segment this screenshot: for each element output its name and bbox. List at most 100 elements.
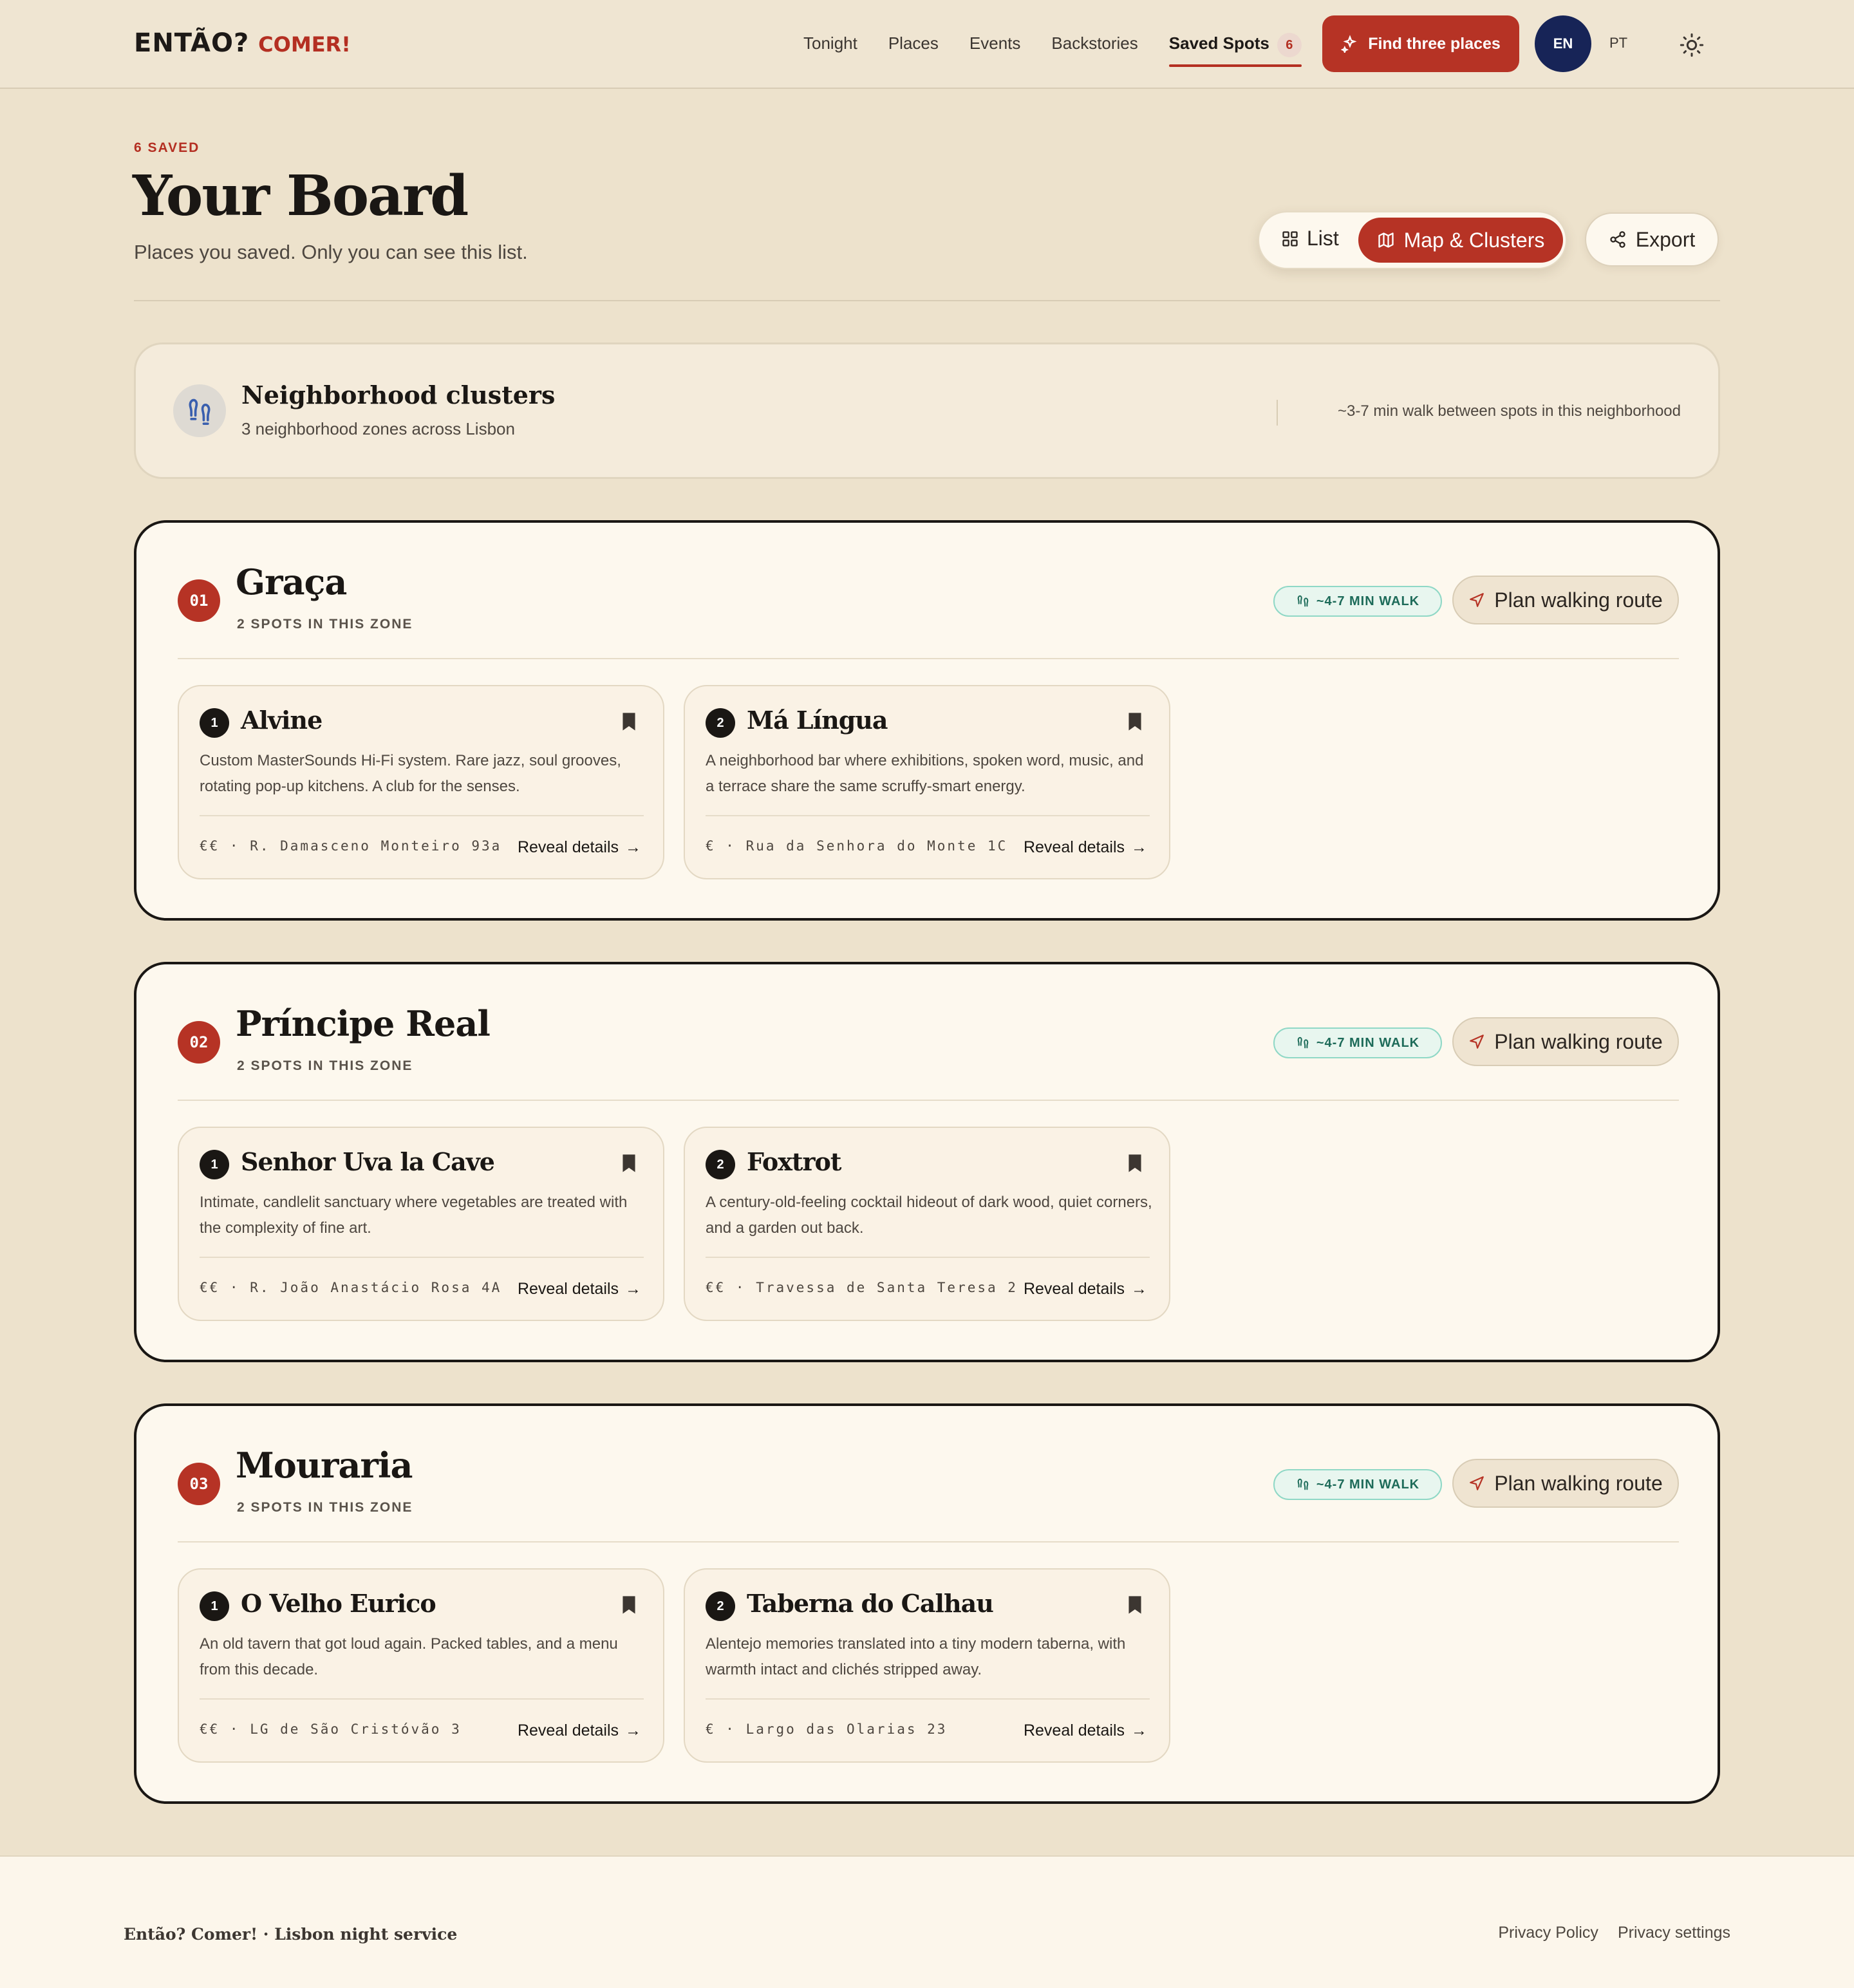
reveal-details-link[interactable]: Reveal details → (509, 1280, 641, 1299)
share-icon (1610, 231, 1625, 248)
reveal-label: Reveal details (1023, 1280, 1125, 1298)
reveal-details-link[interactable]: Reveal details → (1015, 838, 1147, 857)
card-divider (200, 1698, 644, 1700)
plan-walking-route-button[interactable]: Plan walking route (1452, 1459, 1679, 1508)
spot-card[interactable]: 2 Má Língua A neighborhood bar where exh… (684, 685, 1170, 879)
clusters-subtitle: 3 neighborhood zones across Lisbon (241, 419, 515, 438)
bookmark-icon[interactable] (1128, 1595, 1142, 1615)
language-en-button[interactable]: EN (1535, 15, 1591, 72)
nav-backstories[interactable]: Backstories (1051, 30, 1138, 57)
route-label: Plan walking route (1494, 588, 1663, 612)
reveal-details-link[interactable]: Reveal details → (509, 838, 641, 857)
bookmark-icon[interactable] (622, 1595, 636, 1615)
view-map-label: Map & Clusters (1403, 228, 1545, 252)
spot-name: Taberna do Calhau (747, 1589, 994, 1618)
route-label: Plan walking route (1494, 1471, 1663, 1495)
spot-description: An old tavern that got loud again. Packe… (200, 1635, 618, 1678)
reveal-details-link[interactable]: Reveal details → (509, 1721, 641, 1740)
footprints-icon (1297, 595, 1309, 607)
main-nav: Tonight Places Events Backstories Saved … (803, 30, 1302, 67)
spot-number: 1 (200, 1150, 229, 1179)
reveal-label: Reveal details (1023, 1721, 1125, 1739)
spot-price-address: € · Rua da Senhora do Monte 1C (706, 838, 1008, 854)
nav-tonight[interactable]: Tonight (803, 30, 857, 57)
spot-card[interactable]: 2 Taberna do Calhau Alentejo memories tr… (684, 1568, 1170, 1763)
clusters-separator (1277, 400, 1278, 426)
grid-icon (1282, 230, 1298, 247)
spot-card[interactable]: 2 Foxtrot A century-old-feeling cocktail… (684, 1127, 1170, 1321)
title-divider (134, 300, 1720, 301)
bookmark-icon[interactable] (622, 712, 636, 731)
bookmark-icon[interactable] (622, 1154, 636, 1173)
privacy-settings-link[interactable]: Privacy settings (1618, 1924, 1730, 1942)
saved-count-badge: 6 (1277, 33, 1302, 57)
theme-toggle-button[interactable] (1679, 32, 1705, 58)
reveal-details-link[interactable]: Reveal details → (1015, 1721, 1147, 1740)
reveal-label: Reveal details (517, 1280, 619, 1298)
nav-events[interactable]: Events (969, 30, 1021, 57)
zone-name: Príncipe Real (236, 1003, 491, 1044)
walk-time-label: ~4-7 MIN WALK (1316, 1035, 1420, 1050)
view-map-clusters-button[interactable]: Map & Clusters (1358, 218, 1563, 263)
saved-count-eyebrow: 6 SAVED (134, 140, 200, 155)
walk-time-label: ~4-7 MIN WALK (1316, 1477, 1420, 1492)
zone-card: 02 Príncipe Real 2 SPOTS IN THIS ZONE ~4… (134, 962, 1720, 1362)
site-footer: Então? Comer! · Lisbon night service Pri… (0, 1855, 1854, 1988)
bookmark-icon[interactable] (1128, 712, 1142, 731)
arrow-right-icon: → (625, 838, 641, 856)
page-subtitle: Places you saved. Only you can see this … (134, 241, 528, 263)
site-header: ENTÃO? COMER! Tonight Places Events Back… (0, 0, 1854, 89)
bookmark-icon[interactable] (1128, 1154, 1142, 1173)
view-list-label: List (1307, 227, 1339, 250)
card-divider (706, 815, 1150, 816)
spot-number: 2 (706, 708, 735, 738)
card-divider (200, 815, 644, 816)
arrow-right-icon: → (625, 1721, 641, 1739)
spot-card[interactable]: 1 O Velho Eurico An old tavern that got … (178, 1568, 664, 1763)
spot-description: A century-old-feeling cocktail hideout o… (706, 1194, 1152, 1237)
spot-price-address: €€ · R. Damasceno Monteiro 93a (200, 838, 502, 854)
spot-number: 2 (706, 1591, 735, 1621)
plan-walking-route-button[interactable]: Plan walking route (1452, 576, 1679, 624)
export-button[interactable]: Export (1585, 212, 1719, 267)
view-toggle: List Map & Clusters (1258, 211, 1567, 269)
spot-card[interactable]: 1 Alvine Custom MasterSounds Hi-Fi syste… (178, 685, 664, 879)
view-list-button[interactable]: List (1281, 227, 1339, 250)
sparkle-icon (1341, 35, 1357, 53)
arrow-right-icon: → (1131, 1721, 1147, 1739)
zone-divider (178, 658, 1679, 659)
zone-number: 03 (178, 1463, 220, 1505)
language-pt-button[interactable]: PT (1609, 35, 1627, 52)
export-label: Export (1635, 227, 1696, 251)
spot-description: A neighborhood bar where exhibitions, sp… (706, 752, 1144, 795)
zone-spot-count: 2 SPOTS IN THIS ZONE (237, 1500, 413, 1515)
walk-time-label: ~4-7 MIN WALK (1316, 594, 1420, 608)
spot-number: 1 (200, 708, 229, 738)
walk-time-badge: ~4-7 MIN WALK (1273, 1469, 1442, 1500)
spot-name: Foxtrot (747, 1147, 841, 1176)
nav-saved-spots-label: Saved Spots (1168, 33, 1269, 53)
nav-saved-spots[interactable]: Saved Spots 6 (1168, 30, 1302, 67)
arrow-right-icon: → (1131, 1280, 1147, 1298)
walk-time-badge: ~4-7 MIN WALK (1273, 1027, 1442, 1058)
find-three-places-button[interactable]: Find three places (1322, 15, 1519, 72)
zone-card: 03 Mouraria 2 SPOTS IN THIS ZONE ~4-7 MI… (134, 1403, 1720, 1804)
spot-price-address: €€ · Travessa de Santa Teresa 28 (706, 1280, 1028, 1295)
spot-description: Custom MasterSounds Hi-Fi system. Rare j… (200, 752, 621, 795)
privacy-policy-link[interactable]: Privacy Policy (1498, 1924, 1598, 1942)
logo[interactable]: ENTÃO? COMER! (134, 28, 351, 58)
reveal-details-link[interactable]: Reveal details → (1015, 1280, 1147, 1299)
spot-card[interactable]: 1 Senhor Uva la Cave Intimate, candlelit… (178, 1127, 664, 1321)
spot-description: Alentejo memories translated into a tiny… (706, 1635, 1126, 1678)
clusters-title: Neighborhood clusters (241, 380, 556, 409)
footprints-icon (1297, 1036, 1309, 1049)
spot-price-address: €€ · LG de São Cristóvão 3 (200, 1721, 462, 1737)
route-label: Plan walking route (1494, 1029, 1663, 1053)
reveal-label: Reveal details (517, 1721, 619, 1739)
plan-walking-route-button[interactable]: Plan walking route (1452, 1017, 1679, 1066)
walk-time-badge: ~4-7 MIN WALK (1273, 586, 1442, 617)
spot-number: 2 (706, 1150, 735, 1179)
spot-price-address: € · Largo das Olarias 23 (706, 1721, 948, 1737)
nav-places[interactable]: Places (888, 30, 939, 57)
zone-name: Mouraria (236, 1445, 413, 1486)
